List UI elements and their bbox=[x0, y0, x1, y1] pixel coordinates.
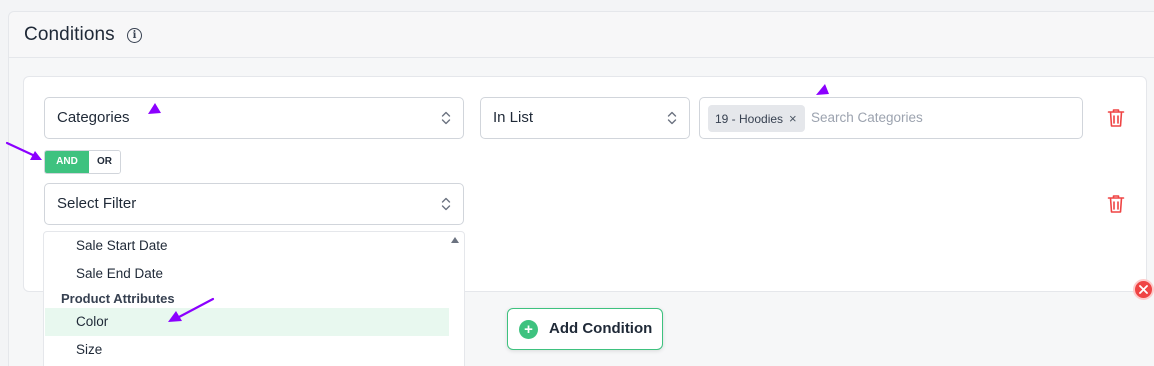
and-button[interactable]: AND bbox=[45, 151, 89, 173]
or-button[interactable]: OR bbox=[89, 151, 120, 173]
annotation-arrow-icon bbox=[148, 103, 161, 114]
logic-toggle: AND OR bbox=[44, 150, 121, 174]
filter-select-2[interactable]: Select Filter bbox=[44, 183, 464, 225]
filter-select-1[interactable]: Categories bbox=[44, 97, 464, 139]
tag-remove-icon[interactable]: × bbox=[789, 111, 797, 126]
add-condition-label: Add Condition bbox=[549, 320, 653, 337]
operator-select-value: In List bbox=[493, 109, 534, 126]
filter-select-2-value: Select Filter bbox=[57, 195, 137, 212]
panel-header: Conditions i bbox=[9, 12, 1154, 58]
dropdown-item-highlighted[interactable]: Color bbox=[45, 308, 449, 336]
info-icon[interactable]: i bbox=[127, 28, 142, 43]
trash-icon[interactable] bbox=[1107, 194, 1125, 214]
dropdown-item[interactable]: Size bbox=[45, 336, 449, 364]
filter-dropdown: Sale Start Date Sale End Date Product At… bbox=[43, 231, 465, 366]
filter-select-1-value: Categories bbox=[57, 109, 130, 126]
annotation-arrow-icon bbox=[168, 297, 215, 322]
search-categories-placeholder[interactable]: Search Categories bbox=[811, 98, 923, 138]
operator-select[interactable]: In List bbox=[480, 97, 690, 139]
annotation-arrow-icon bbox=[5, 141, 42, 160]
dropdown-group-label: Product Attributes bbox=[61, 291, 175, 306]
add-condition-button[interactable]: + Add Condition bbox=[507, 308, 663, 350]
dropdown-item[interactable]: Sale Start Date bbox=[45, 232, 449, 260]
close-circle-icon[interactable] bbox=[1133, 279, 1154, 300]
trash-icon[interactable] bbox=[1107, 108, 1125, 128]
chevron-updown-icon bbox=[441, 111, 451, 125]
category-tag-label: 19 - Hoodies bbox=[715, 112, 784, 126]
chevron-updown-icon bbox=[441, 197, 451, 211]
dropdown-item[interactable]: Sale End Date bbox=[45, 260, 449, 288]
category-tag: 19 - Hoodies × bbox=[708, 105, 805, 132]
annotation-arrow-icon bbox=[816, 84, 829, 95]
scroll-up-icon[interactable] bbox=[451, 237, 459, 243]
chevron-updown-icon bbox=[667, 111, 677, 125]
categories-tag-input[interactable]: 19 - Hoodies × Search Categories bbox=[699, 97, 1083, 139]
panel-title: Conditions bbox=[24, 24, 115, 45]
plus-circle-icon: + bbox=[519, 320, 538, 339]
